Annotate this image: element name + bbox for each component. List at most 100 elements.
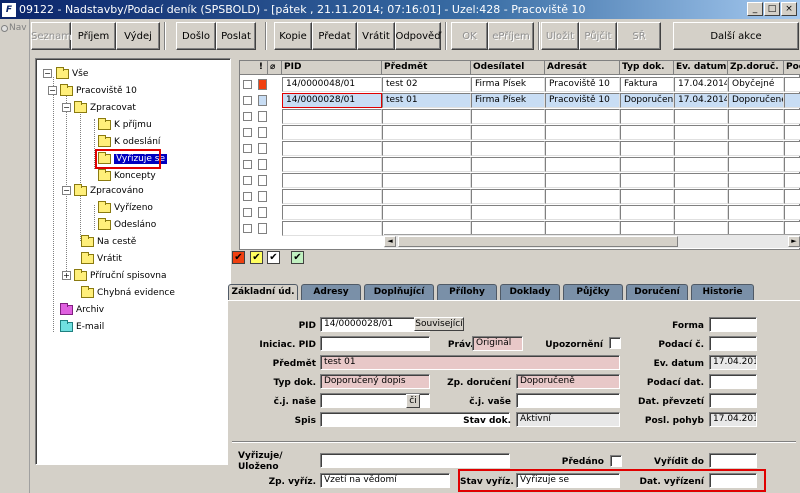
tree-item-na-ceste[interactable]: Na cestě — [81, 235, 136, 249]
eprijem-button[interactable]: ePříjem — [488, 22, 534, 50]
tree-item-zpracovano[interactable]: Zpracováno — [74, 184, 144, 198]
upozorneni-checkbox[interactable] — [609, 337, 621, 349]
horizontal-scrollbar[interactable]: ◄ ► — [384, 234, 800, 248]
prijem-button[interactable]: Příjem — [71, 22, 116, 50]
tree-item-k-prijmu[interactable]: K příjmu — [98, 118, 152, 132]
predmet-field[interactable]: test 01 — [320, 355, 620, 370]
tree-item-prirucni-spisovna[interactable]: Příruční spisovna — [74, 269, 167, 283]
poslat-button[interactable]: Poslat — [216, 22, 256, 50]
table-row-empty[interactable] — [240, 204, 800, 220]
pujcit-button[interactable]: Půjčit — [579, 22, 617, 50]
tree-collapse-toggle[interactable]: − — [62, 103, 71, 112]
podaci-dat-field[interactable] — [709, 374, 757, 389]
vydej-button[interactable]: Výdej — [116, 22, 160, 50]
zp-vyriz-field[interactable]: Vzetí na vědomí — [320, 473, 450, 488]
vratit-button[interactable]: Vrátit — [357, 22, 395, 50]
tab-adresy[interactable]: Adresy — [301, 284, 361, 300]
tree-item-chybna-evidence[interactable]: Chybná evidence — [81, 286, 175, 300]
table-row[interactable]: 14/0000048/01 test 02 Firma Písek Pracov… — [240, 76, 800, 92]
kopie-button[interactable]: Kopie — [274, 22, 312, 50]
table-row-selected[interactable]: 14/0000028/01 test 01 Firma Písek Pracov… — [240, 92, 800, 108]
legend-checkbox-red[interactable]: ✔ — [232, 251, 245, 264]
vyridit-do-field[interactable] — [709, 453, 757, 468]
tree-expand-toggle[interactable]: + — [62, 271, 71, 280]
tree-item-vyrizeno[interactable]: Vyřízeno — [98, 201, 153, 215]
row-checkbox[interactable] — [243, 208, 252, 217]
tree-item-pracoviste[interactable]: Pracoviště 10 — [60, 84, 137, 98]
row-checkbox[interactable] — [243, 224, 252, 233]
zp-doruceni-field[interactable]: Doporučeně — [516, 374, 620, 389]
maximize-button[interactable]: □ — [764, 2, 780, 16]
column-header-flag[interactable]: ! — [240, 61, 268, 75]
tree-item-k-odeslani[interactable]: K odeslání — [98, 135, 160, 149]
tab-zakladni[interactable]: Základní úd. — [228, 284, 298, 301]
legend-checkbox-green[interactable]: ✔ — [291, 251, 304, 264]
scroll-left-icon[interactable]: ◄ — [384, 236, 396, 247]
column-header-odesilatel[interactable]: Odesílatel — [471, 61, 545, 75]
column-header-zp-doruc[interactable]: Zp.doruč. — [728, 61, 784, 75]
row-checkbox[interactable] — [243, 112, 252, 121]
souvisejici-button[interactable]: Související — [414, 317, 464, 331]
table-row-empty[interactable] — [240, 140, 800, 156]
table-row-empty[interactable] — [240, 108, 800, 124]
ci-button[interactable]: či — [406, 394, 420, 408]
tab-historie[interactable]: Historie — [691, 284, 754, 300]
vyrizuje-field[interactable] — [320, 453, 510, 468]
tree-item-email[interactable]: E-mail — [60, 320, 104, 334]
sr-button[interactable]: SŘ — [617, 22, 661, 50]
table-row-empty[interactable] — [240, 124, 800, 140]
legend-checkbox-yellow[interactable]: ✔ — [250, 251, 263, 264]
tree-collapse-toggle[interactable]: − — [43, 69, 52, 78]
doslo-button[interactable]: Došlo — [176, 22, 216, 50]
tree-item-koncepty[interactable]: Koncepty — [98, 169, 156, 183]
tree-collapse-toggle[interactable]: − — [48, 86, 57, 95]
column-header-adresat[interactable]: Adresát — [545, 61, 620, 75]
stav-dok-field[interactable]: Aktivní — [516, 412, 620, 427]
forma-field[interactable] — [709, 317, 757, 332]
scroll-thumb[interactable] — [398, 236, 678, 247]
cj-vase-field[interactable] — [516, 393, 620, 408]
row-checkbox[interactable] — [243, 192, 252, 201]
tree-item-vratit[interactable]: Vrátit — [81, 252, 122, 266]
tree-item-zpracovat[interactable]: Zpracovat — [74, 101, 136, 115]
column-header-typ-dok[interactable]: Typ dok. — [620, 61, 674, 75]
tab-pujcky[interactable]: Půjčky — [563, 284, 623, 300]
iniciac-pid-field[interactable] — [320, 336, 430, 351]
dalsi-akce-button[interactable]: Další akce — [673, 22, 799, 50]
pravaha-field[interactable]: Originál — [472, 336, 523, 351]
table-row-empty[interactable] — [240, 188, 800, 204]
ok-button[interactable]: OK — [451, 22, 488, 50]
row-checkbox[interactable] — [243, 80, 252, 89]
tab-doplnujici[interactable]: Doplňující úd. — [364, 284, 434, 311]
tree-collapse-toggle[interactable]: − — [62, 186, 71, 195]
tree-item-odeslano[interactable]: Odesláno — [98, 218, 156, 232]
dat-prevzeti-field[interactable] — [709, 393, 757, 408]
predano-checkbox[interactable] — [610, 455, 622, 467]
predat-button[interactable]: Předat — [312, 22, 357, 50]
legend-checkbox-white[interactable]: ✔ — [267, 251, 280, 264]
column-header-poc[interactable]: Poc — [784, 61, 800, 75]
row-checkbox[interactable] — [243, 144, 252, 153]
column-header-predmet[interactable]: Předmět — [382, 61, 471, 75]
tree-item-archiv[interactable]: Archiv — [60, 303, 104, 317]
row-checkbox[interactable] — [243, 128, 252, 137]
tab-prilohy[interactable]: Přílohy — [437, 284, 497, 300]
close-button[interactable]: × — [781, 2, 797, 16]
column-header-pid[interactable]: PID — [282, 61, 382, 75]
tab-doklady[interactable]: Doklady — [500, 284, 560, 300]
typ-dok-field[interactable]: Doporučený dopis — [320, 374, 430, 389]
ulozit-button[interactable]: Uložit — [541, 22, 579, 50]
odpoved-button[interactable]: Odpověď — [395, 22, 441, 50]
tree-item-vse[interactable]: Vše — [56, 67, 88, 81]
posl-pohyb-field[interactable]: 17.04.2014 — [709, 412, 757, 427]
tab-doruceni[interactable]: Doručení — [626, 284, 688, 300]
row-checkbox[interactable] — [243, 160, 252, 169]
nav-button[interactable]: Nav — [1, 21, 29, 35]
row-checkbox[interactable] — [243, 176, 252, 185]
scroll-right-icon[interactable]: ► — [788, 236, 800, 247]
table-row-empty[interactable] — [240, 156, 800, 172]
row-checkbox[interactable] — [243, 96, 252, 105]
attachment-column-icon[interactable]: ⌀ — [268, 61, 282, 75]
seznam-button[interactable]: Seznam — [31, 22, 71, 50]
table-row-empty[interactable] — [240, 172, 800, 188]
